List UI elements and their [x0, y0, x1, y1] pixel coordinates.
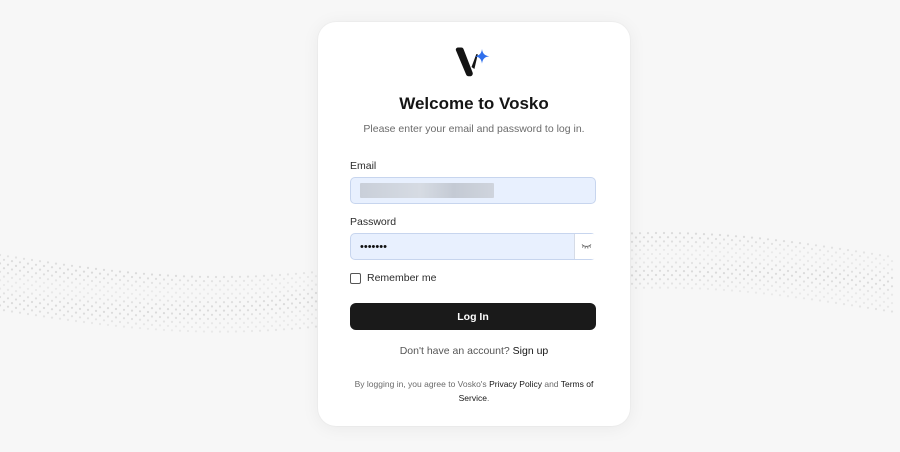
remember-me-checkbox[interactable] [350, 272, 361, 284]
login-button[interactable]: Log In [350, 303, 596, 330]
page-title: Welcome to Vosko [399, 94, 549, 113]
privacy-policy-link[interactable]: Privacy Policy [489, 379, 542, 389]
remember-me-row[interactable]: Remember me [350, 272, 436, 284]
password-label: Password [350, 216, 397, 228]
signup-prompt: Don't have an account? [399, 345, 510, 357]
email-label: Email [350, 160, 377, 172]
page-subtitle: Please enter your email and password to … [363, 123, 585, 135]
terms-prefix: By logging in, you agree to Vosko's [354, 379, 487, 389]
toggle-password-visibility-button[interactable] [574, 234, 597, 259]
eye-closed-icon [581, 244, 591, 249]
vosko-logo-icon [455, 47, 490, 77]
email-field[interactable] [350, 177, 596, 204]
terms-notice: By logging in, you agree to Vosko's Priv… [352, 377, 596, 405]
terms-suffix: . [486, 393, 490, 403]
terms-and: and [544, 379, 559, 389]
remember-me-label[interactable]: Remember me [367, 272, 436, 284]
signup-link[interactable]: Sign up [513, 345, 549, 357]
signup-row: Don't have an account? Sign up [318, 345, 630, 357]
password-field[interactable] [350, 233, 596, 260]
login-card: Welcome to Vosko Please enter your email… [318, 22, 630, 426]
